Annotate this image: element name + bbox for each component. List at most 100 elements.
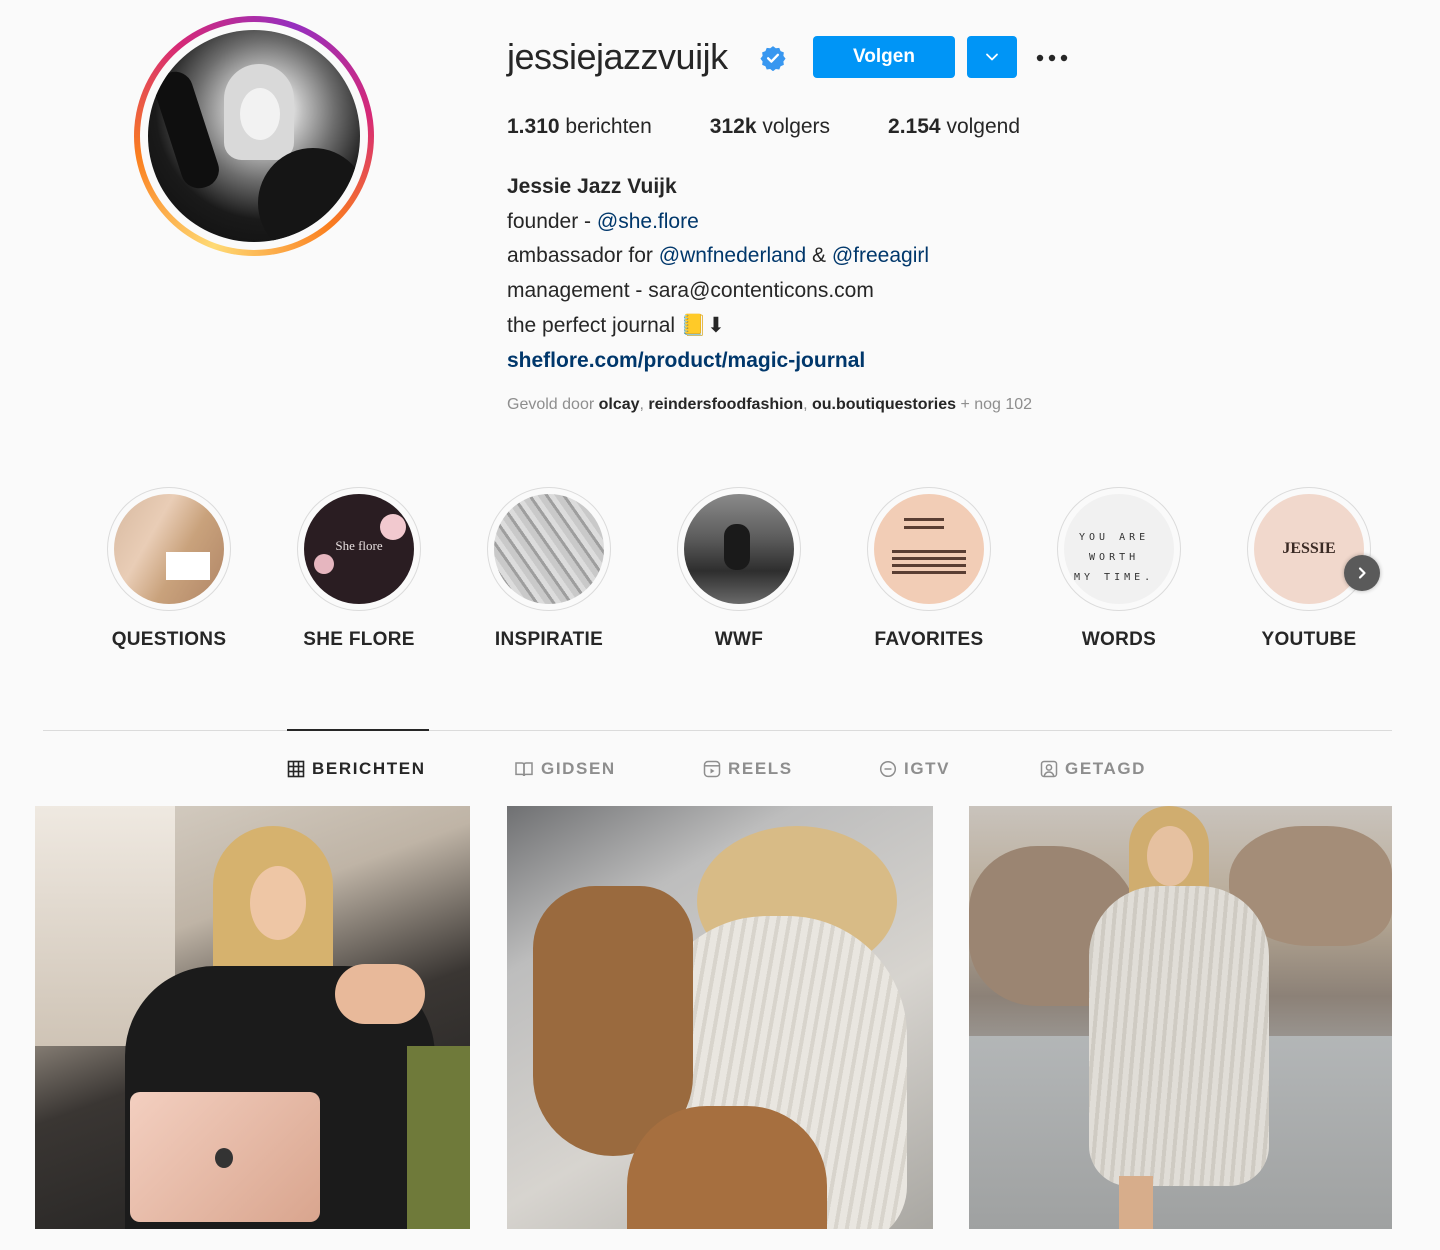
highlight-cover [114, 494, 224, 604]
bio-line-management: management - sara@contenticons.com [507, 279, 874, 303]
youtube-cover-text: JESSIE [1282, 540, 1336, 557]
highlight-cover [494, 494, 604, 604]
highlight-label: WWF [714, 629, 764, 650]
tab-gidsen[interactable]: GIDSEN [514, 759, 616, 779]
highlight-words[interactable]: YOU ARE WORTH MY TIME. WORDS [1029, 487, 1209, 651]
chair-shape [407, 1046, 470, 1229]
followed-by-user[interactable]: reindersfoodfashion [648, 396, 803, 413]
face-shape [1147, 826, 1193, 886]
stat-following[interactable]: 2.154 volgend [888, 115, 1020, 139]
following-count: 2.154 [888, 115, 941, 138]
cardigan-shape [1089, 886, 1269, 1186]
tab-label: BERICHTEN [312, 759, 426, 778]
shoulder-shape [335, 964, 425, 1024]
words-cover-line: WORTH [1089, 552, 1140, 563]
highlight-cover-ring: YOU ARE WORTH MY TIME. [1057, 487, 1181, 611]
words-cover-text: YOU ARE WORTH MY TIME. [1074, 528, 1154, 588]
followers-label: volgers [756, 115, 831, 138]
dog-body-shape [627, 1106, 827, 1229]
posts-label: berichten [559, 115, 652, 138]
post-thumbnail[interactable] [507, 806, 933, 1229]
words-cover-line: YOU ARE [1079, 532, 1150, 543]
followed-by[interactable]: Gevold door olcay, reindersfoodfashion, … [507, 396, 1032, 414]
followed-by-separator: , [803, 396, 812, 413]
avatar-photo [148, 30, 360, 242]
highlight-cover [874, 494, 984, 604]
tab-reels[interactable]: REELS [703, 759, 793, 779]
highlight-wwf[interactable]: WWF [649, 487, 829, 651]
tab-igtv[interactable]: IGTV [879, 759, 950, 779]
highlight-label: WORDS [1081, 629, 1157, 650]
highlight-she-flore[interactable]: She flore SHE FLORE [269, 487, 449, 651]
grid-icon [287, 760, 305, 778]
highlight-cover-ring: She flore [297, 487, 421, 611]
post-thumbnail[interactable] [35, 806, 470, 1229]
highlight-favorites[interactable]: FAVORITES [839, 487, 1019, 651]
figure-shape [724, 524, 750, 570]
flower-shape [314, 554, 334, 574]
tab-label: IGTV [904, 759, 951, 778]
bio-website-link[interactable]: sheflore.com/product/magic-journal [507, 344, 929, 379]
bio-line-founder-text: founder - [507, 209, 597, 233]
highlight-cover: YOU ARE WORTH MY TIME. [1064, 494, 1174, 604]
highlight-cover-ring [867, 487, 991, 611]
bio-line-ambassador-text: ambassador for [507, 244, 659, 268]
bio-ampersand: & [806, 244, 832, 268]
bio-line-founder: founder - @she.flore [507, 205, 929, 240]
highlights-next-button[interactable] [1344, 555, 1380, 591]
leg-shape [1119, 1176, 1153, 1229]
guide-icon [515, 762, 533, 777]
followed-by-more: + nog 102 [956, 396, 1033, 413]
question-sticker [166, 552, 210, 580]
tab-label: REELS [728, 759, 793, 778]
following-label: volgend [940, 115, 1021, 138]
apple-logo-icon [215, 1148, 233, 1168]
highlight-label: INSPIRATIE [494, 629, 604, 650]
tab-getagd[interactable]: GETAGD [1040, 759, 1146, 779]
avatar-photo-coat [258, 148, 360, 242]
post-thumbnail[interactable] [969, 806, 1392, 1229]
highlight-inspiratie[interactable]: INSPIRATIE [459, 487, 639, 651]
highlight-cover [684, 494, 794, 604]
highlight-cover: She flore [304, 494, 414, 604]
highlight-label: QUESTIONS [111, 629, 227, 650]
chevron-right-icon [1358, 567, 1366, 579]
more-dots-icon [1036, 54, 1068, 62]
posts-count: 1.310 [507, 115, 560, 138]
tab-label: GIDSEN [541, 759, 616, 778]
highlight-questions[interactable]: QUESTIONS [79, 487, 259, 651]
profile-bio: Jessie Jazz Vuijk founder - @she.flore a… [507, 170, 929, 378]
mention-link-freeagirl[interactable]: @freeagirl [832, 244, 929, 267]
text-lines [904, 518, 944, 521]
tabs-divider [43, 730, 1392, 731]
followed-by-user[interactable]: ou.boutiquestories [812, 396, 956, 413]
chevron-down-icon [986, 53, 998, 61]
profile-avatar[interactable] [134, 16, 374, 256]
stat-followers[interactable]: 312k volgers [710, 115, 830, 139]
followed-by-user[interactable]: olcay [599, 396, 640, 413]
profile-username: jessiejazzvuijk [507, 36, 728, 77]
mention-link-she-flore[interactable]: @she.flore [597, 210, 699, 233]
tab-berichten[interactable]: BERICHTEN [287, 759, 426, 779]
mention-link-wnfnederland[interactable]: @wnfnederland [659, 244, 806, 267]
stat-posts: 1.310 berichten [507, 115, 652, 139]
highlight-cover-ring [487, 487, 611, 611]
igtv-icon [879, 760, 897, 778]
reels-icon [703, 760, 721, 778]
follow-button[interactable]: Volgen [813, 36, 955, 78]
highlight-cover-ring [107, 487, 231, 611]
avatar-photo-face [240, 88, 280, 140]
more-options-button[interactable] [1034, 44, 1070, 72]
tab-label: GETAGD [1065, 759, 1147, 778]
verified-badge-icon [760, 46, 786, 71]
flower-shape [380, 514, 406, 540]
suggestions-dropdown-button[interactable] [967, 36, 1017, 78]
she-flore-cover-text: She flore [335, 538, 383, 553]
avatar-photo-arm [150, 67, 224, 193]
highlight-label: SHE FLORE [303, 629, 415, 650]
bio-line-journal: the perfect journal 📒⬇ [507, 313, 725, 337]
followed-by-prefix: Gevold door [507, 396, 599, 413]
highlight-label: FAVORITES [874, 629, 984, 650]
highlight-cover: JESSIE [1254, 494, 1364, 604]
bio-line-ambassador: ambassador for @wnfnederland & @freeagir… [507, 239, 929, 274]
